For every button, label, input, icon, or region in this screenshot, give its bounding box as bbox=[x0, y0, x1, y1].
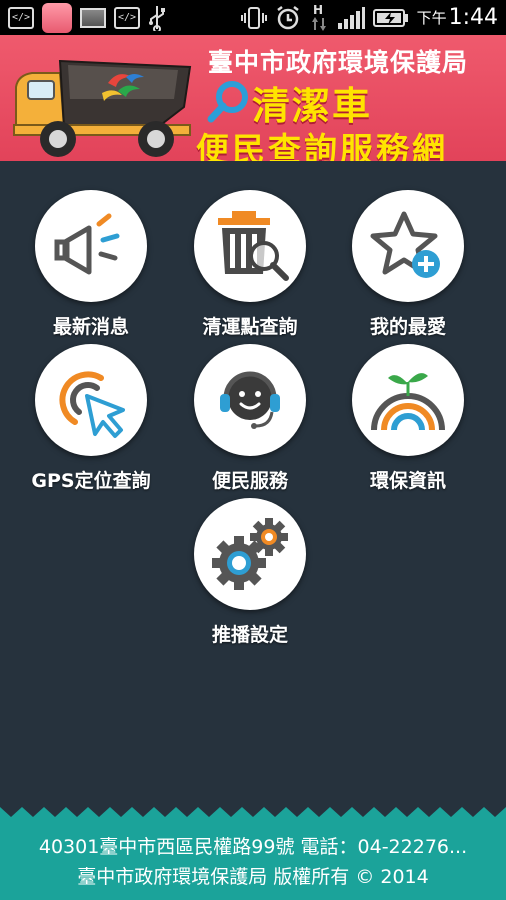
menu-item-service[interactable]: 便民服務 bbox=[171, 344, 329, 493]
service-button[interactable] bbox=[194, 344, 306, 456]
menu-item-gps[interactable]: GPS定位查詢 bbox=[12, 344, 170, 493]
app-notification-icon bbox=[42, 2, 72, 33]
gps-button[interactable] bbox=[35, 344, 147, 456]
gears-icon bbox=[212, 518, 288, 590]
agency-title: 臺中市政府環境保護局 bbox=[208, 48, 469, 77]
network-type-icon: H bbox=[309, 3, 329, 33]
clock-time: 1:44 bbox=[448, 5, 498, 30]
service-label: 便民服務 bbox=[211, 470, 288, 492]
magnifier-icon bbox=[207, 81, 248, 123]
favorites-button[interactable] bbox=[352, 190, 464, 302]
usb-icon bbox=[148, 5, 166, 31]
cleanup-points-button[interactable] bbox=[194, 190, 306, 302]
gps-cursor-icon bbox=[59, 371, 125, 438]
sprout-rainbow-icon bbox=[371, 373, 445, 431]
vibrate-icon bbox=[240, 5, 267, 31]
code-notification-icon: </> bbox=[8, 6, 34, 29]
menu-item-cleanup-points[interactable]: 清運點查詢 bbox=[171, 190, 329, 339]
menu-item-news[interactable]: 最新消息 bbox=[12, 190, 170, 339]
app-subtitle: 便民查詢服務網 bbox=[196, 130, 448, 161]
news-label: 最新消息 bbox=[52, 316, 129, 338]
code-notification-icon-2: </> bbox=[114, 6, 140, 29]
alarm-icon bbox=[275, 5, 301, 31]
clock-ampm: 下午 bbox=[416, 9, 447, 27]
favorites-label: 我的最愛 bbox=[369, 316, 446, 338]
header-banner: 臺中市政府環境保護局 清潔車 便民查詢服務網 bbox=[0, 35, 506, 161]
headset-agent-icon bbox=[220, 371, 280, 429]
menu-item-env-info[interactable]: 環保資訊 bbox=[329, 344, 487, 493]
app-title: 清潔車 bbox=[252, 84, 373, 128]
gps-label: GPS定位查詢 bbox=[31, 470, 151, 492]
battery-charging-icon bbox=[372, 8, 409, 28]
news-button[interactable] bbox=[35, 190, 147, 302]
signal-icon bbox=[337, 6, 365, 30]
push-settings-button[interactable] bbox=[194, 498, 306, 610]
svg-text:H: H bbox=[313, 3, 323, 17]
status-bar: </> </> H 下午 1:44 bbox=[0, 0, 506, 35]
env-info-button[interactable] bbox=[352, 344, 464, 456]
env-info-label: 環保資訊 bbox=[369, 470, 446, 492]
menu-item-push-settings[interactable]: 推播設定 bbox=[171, 498, 329, 647]
footer-copyright: 臺中市政府環境保護局 版權所有 © 2014 bbox=[77, 866, 429, 888]
menu-item-favorites[interactable]: 我的最愛 bbox=[329, 190, 487, 339]
star-add-icon bbox=[370, 211, 440, 278]
footer: 40301臺中市西區民權路99號 電話：04-22276... 臺中市政府環境保… bbox=[0, 818, 506, 900]
footer-address: 40301臺中市西區民權路99號 電話：04-22276... bbox=[38, 836, 468, 858]
cleanup-points-label: 清運點查詢 bbox=[202, 316, 298, 338]
image-notification-icon bbox=[80, 7, 106, 28]
trash-search-icon bbox=[218, 211, 289, 281]
megaphone-icon bbox=[54, 213, 120, 275]
footer-zigzag-edge bbox=[0, 807, 506, 819]
garbage-truck-logo bbox=[13, 59, 192, 157]
push-settings-label: 推播設定 bbox=[211, 624, 288, 646]
